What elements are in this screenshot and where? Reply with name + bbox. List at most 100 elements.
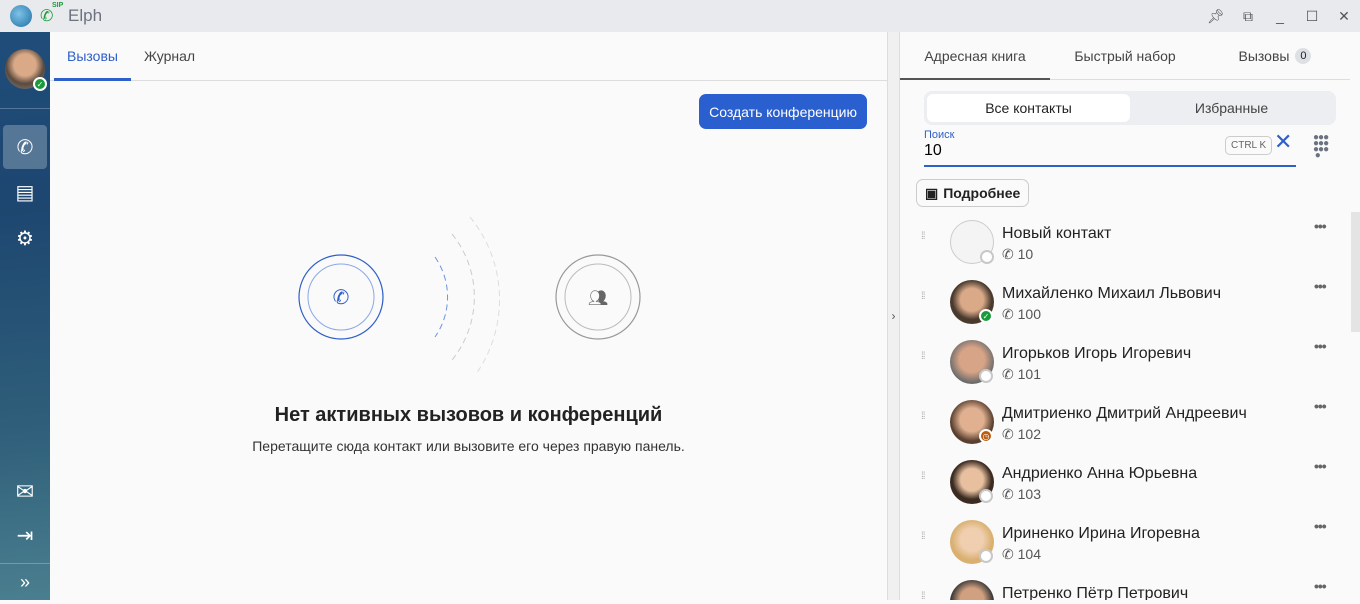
contact-avatar <box>950 520 994 564</box>
contact-row[interactable]: ⁞⁞ ◷ Дмитриенко Дмитрий Андреевич ✆ 102 … <box>900 392 1340 452</box>
more-options-icon[interactable]: ••• <box>1314 338 1327 354</box>
tab-calls-right[interactable]: Вызовы 0 <box>1200 32 1350 79</box>
mail-icon[interactable]: ✉ <box>3 470 47 514</box>
scrollbar[interactable] <box>1351 212 1360 332</box>
contact-card-icon: ▣ <box>925 184 939 201</box>
contact-row[interactable]: ⁞⁞ Игорьков Игорь Игоревич ✆ 101 ••• <box>900 332 1340 392</box>
sip-phone-icon: ✆ SIP <box>40 2 64 25</box>
clear-search-icon[interactable]: ✕ <box>1274 129 1292 155</box>
contact-row[interactable]: ⁞⁞ Ириненко Ирина Игоревна ✆ 104 ••• <box>900 512 1340 572</box>
pin-icon[interactable]: 📌︎ <box>1200 0 1232 32</box>
more-options-icon[interactable]: ••• <box>1314 278 1327 294</box>
contact-number: ✆ 104 <box>1002 546 1041 563</box>
online-status-icon: ✓ <box>33 77 47 91</box>
phone-icon: ✆ <box>1002 366 1014 382</box>
calls-count-badge: 0 <box>1295 47 1312 64</box>
tab-address-book[interactable]: Адресная книга <box>900 32 1050 80</box>
contact-number: ✆ 10 <box>1002 246 1033 263</box>
contact-name: Игорьков Игорь Игоревич <box>1002 345 1192 362</box>
phone-icon: ✆ <box>1002 306 1014 322</box>
contact-avatar: ✓ <box>950 280 994 324</box>
phone-icon: ✆ <box>333 287 350 309</box>
contact-name: Петренко Пётр Петрович <box>1002 585 1189 600</box>
number-value: 102 <box>1017 426 1041 442</box>
more-options-icon[interactable]: ••• <box>1314 578 1327 594</box>
maximize-button[interactable]: ☐ <box>1296 0 1328 32</box>
settings-nav-gear-icon[interactable]: ⚙ <box>3 216 47 260</box>
details-label: Подробнее <box>943 185 1021 201</box>
drag-handle-icon[interactable]: ⁞⁞ <box>921 352 931 362</box>
tab-speed-dial[interactable]: Быстрый набор <box>1050 32 1200 79</box>
contact-row[interactable]: ⁞⁞ Андриенко Анна Юрьевна ✆ 103 ••• <box>900 452 1340 512</box>
more-options-icon[interactable]: ••• <box>1314 398 1327 414</box>
drag-handle-icon[interactable]: ⁞⁞ <box>921 472 931 482</box>
contact-name: Новый контакт <box>1002 225 1112 242</box>
status-offline-icon <box>979 369 993 383</box>
status-none-icon <box>980 250 994 264</box>
tab-calls[interactable]: Вызовы <box>54 32 131 81</box>
minimize-button[interactable]: _ <box>1264 0 1296 32</box>
title-bar: ✆ SIP Elph 📌︎ ⧉ _ ☐ ✕ <box>0 0 1360 32</box>
contact-row[interactable]: ⁞⁞ Новый контакт ✆ 10 ••• <box>900 212 1340 272</box>
app-logo-icon <box>10 5 32 27</box>
phone-icon: ✆ <box>1002 426 1014 442</box>
phone-icon: ✆ <box>1002 486 1014 502</box>
empty-state-subtitle: Перетащите сюда контакт или вызовите его… <box>252 438 685 454</box>
contact-avatar <box>950 460 994 504</box>
number-value: 103 <box>1017 486 1041 502</box>
number-value: 101 <box>1017 366 1041 382</box>
drag-handle-icon[interactable]: ⁞⁞ <box>921 592 931 601</box>
contact-name: Михайленко Михаил Львович <box>1002 285 1222 302</box>
phone-icon: ✆ <box>1002 546 1014 562</box>
more-options-icon[interactable]: ••• <box>1314 458 1327 474</box>
close-button[interactable]: ✕ <box>1328 0 1360 32</box>
details-button[interactable]: ▣ Подробнее <box>916 179 1030 207</box>
segment-all-contacts[interactable]: Все контакты <box>927 94 1130 122</box>
status-offline-icon <box>979 489 993 503</box>
status-online-icon: ✓ <box>979 309 993 323</box>
drag-handle-icon[interactable]: ⁞⁞ <box>921 232 931 242</box>
dialpad-icon[interactable]: ●●● ●●● ●●● ● <box>1313 133 1333 161</box>
tab-journal[interactable]: Журнал <box>131 32 208 80</box>
sidebar: ✓ ✆ ▤ ⚙ ✉ ⇥ » <box>0 32 50 600</box>
contact-avatar <box>950 340 994 384</box>
expand-sidebar-icon[interactable]: » <box>3 560 47 604</box>
logout-icon[interactable]: ⇥ <box>3 513 47 557</box>
drag-handle-icon[interactable]: ⁞⁞ <box>921 532 931 542</box>
window-title: Elph <box>68 6 103 25</box>
contact-number: ✆ 101 <box>1002 366 1041 383</box>
shortcut-hint: CTRL K <box>1225 136 1273 155</box>
search-input[interactable] <box>924 142 1214 160</box>
more-options-icon[interactable]: ••• <box>1314 218 1327 234</box>
phone-icon: ✆ <box>1002 246 1014 262</box>
contact-row[interactable]: ⁞⁞ Петренко Пётр Петрович ••• <box>900 572 1340 600</box>
user-avatar[interactable]: ✓ <box>5 49 47 91</box>
empty-state-title: Нет активных вызовов и конференций <box>274 404 663 426</box>
messages-nav-chat-icon[interactable]: ▤ <box>3 170 47 214</box>
contact-avatar: ◷ <box>950 400 994 444</box>
number-value: 10 <box>1017 246 1034 262</box>
status-offline-icon <box>979 549 993 563</box>
more-options-icon[interactable]: ••• <box>1314 518 1327 534</box>
number-value: 100 <box>1017 306 1041 322</box>
sip-label: SIP <box>52 2 64 9</box>
number-value: 104 <box>1017 546 1041 562</box>
drag-handle-icon[interactable]: ⁞⁞ <box>921 412 931 422</box>
contact-row[interactable]: ⁞⁞ ✓ Михайленко Михаил Львович ✆ 100 ••• <box>900 272 1340 332</box>
compact-mode-icon[interactable]: ⧉ <box>1232 0 1264 32</box>
chevron-right-icon: › <box>891 309 896 323</box>
panel-collapse-handle[interactable]: › <box>887 32 900 600</box>
search-field: Поиск CTRL K ✕ <box>924 129 1296 167</box>
contact-number: ✆ 103 <box>1002 486 1041 503</box>
group-icon: 👥︎ <box>588 290 608 307</box>
tab-label: Вызовы <box>1238 47 1290 64</box>
drag-handle-icon[interactable]: ⁞⁞ <box>921 292 931 302</box>
segment-favorites[interactable]: Избранные <box>1130 94 1333 122</box>
create-conference-button[interactable]: Создать конференцию <box>699 94 867 129</box>
search-label: Поиск <box>924 129 955 141</box>
contact-list: ⁞⁞ Новый контакт ✆ 10 ••• ⁞⁞ ✓ Михайленко… <box>900 212 1350 600</box>
calls-nav-phone-icon[interactable]: ✆ <box>3 125 47 169</box>
empty-state-illustration: ✆ 👥︎ <box>298 216 641 372</box>
contact-name: Ириненко Ирина Игоревна <box>1002 525 1200 542</box>
contact-avatar <box>950 220 994 264</box>
